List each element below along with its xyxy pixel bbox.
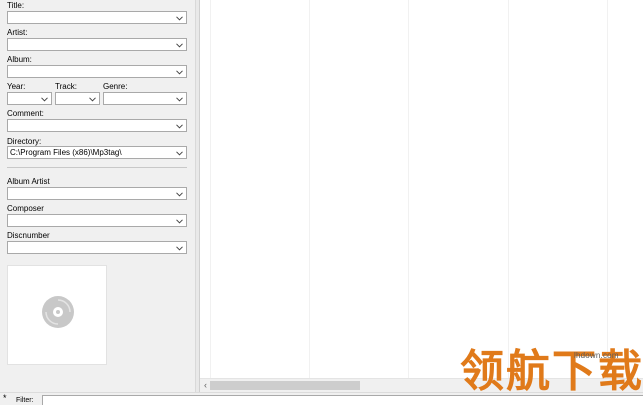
track-field[interactable]: [55, 92, 100, 105]
chevron-down-icon[interactable]: [88, 94, 97, 104]
chevron-down-icon[interactable]: [175, 243, 184, 253]
composer-label: Composer: [7, 204, 44, 213]
album-artist-label: Album Artist: [7, 177, 50, 186]
chevron-down-icon[interactable]: [175, 189, 184, 199]
chevron-down-icon[interactable]: [175, 67, 184, 77]
scrollbar-thumb[interactable]: [210, 381, 360, 390]
watermark-url: lhdown.com: [574, 351, 619, 360]
year-label: Year:: [7, 82, 26, 91]
album-label: Album:: [7, 55, 32, 64]
discnumber-label: Discnumber: [7, 231, 50, 240]
album-field[interactable]: [7, 65, 187, 78]
chevron-down-icon[interactable]: [175, 13, 184, 23]
cover-art[interactable]: [7, 265, 107, 365]
column-divider: [508, 0, 509, 378]
chevron-down-icon[interactable]: [175, 216, 184, 226]
column-divider: [309, 0, 310, 378]
genre-field[interactable]: [103, 92, 187, 105]
track-label: Track:: [55, 82, 77, 91]
directory-field[interactable]: C:\Program Files (x86)\Mp3tag\: [7, 146, 187, 159]
artist-field[interactable]: [7, 38, 187, 51]
comment-label: Comment:: [7, 109, 44, 118]
composer-field[interactable]: [7, 214, 187, 227]
filter-marker: *: [3, 393, 7, 403]
chevron-down-icon[interactable]: [175, 148, 184, 158]
title-field[interactable]: [7, 11, 187, 24]
chevron-down-icon[interactable]: [40, 94, 49, 104]
discnumber-field[interactable]: [7, 241, 187, 254]
genre-label: Genre:: [103, 82, 128, 91]
tag-panel: Title: Artist: Album: Year: Track: Genre…: [0, 0, 195, 392]
title-label: Title:: [7, 1, 25, 10]
scroll-left-icon[interactable]: ‹: [201, 380, 210, 391]
divider: [7, 167, 187, 168]
disc-icon: [42, 296, 74, 328]
chevron-down-icon[interactable]: [175, 40, 184, 50]
column-divider: [408, 0, 409, 378]
album-artist-field[interactable]: [7, 187, 187, 200]
chevron-down-icon[interactable]: [175, 94, 184, 104]
file-list[interactable]: [200, 0, 643, 378]
column-divider: [607, 0, 608, 378]
column-divider: [210, 0, 211, 378]
artist-label: Artist:: [7, 28, 28, 37]
directory-value: C:\Program Files (x86)\Mp3tag\: [10, 148, 122, 157]
year-field[interactable]: [7, 92, 52, 105]
directory-label: Directory:: [7, 137, 42, 146]
chevron-down-icon[interactable]: [175, 121, 184, 131]
comment-field[interactable]: [7, 119, 187, 132]
